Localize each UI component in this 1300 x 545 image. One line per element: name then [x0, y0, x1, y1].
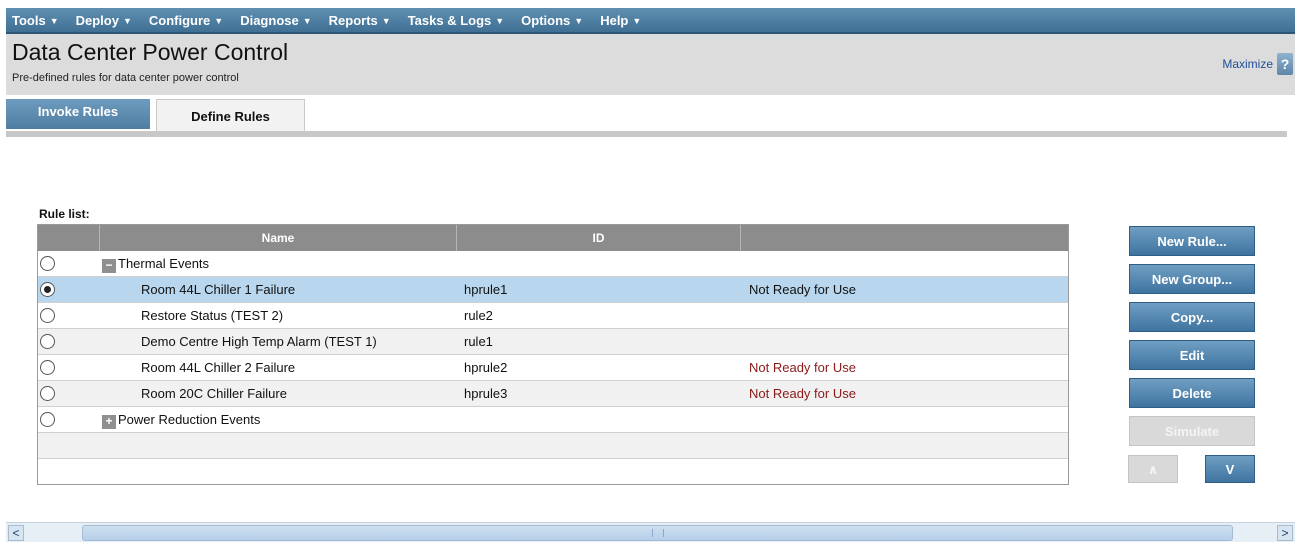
- menu-configure[interactable]: Configure ▼: [149, 13, 223, 28]
- tab-bar: Invoke Rules Define Rules: [6, 99, 1295, 132]
- table-row[interactable]: Restore Status (TEST 2) rule2: [38, 303, 1068, 329]
- group-name: Power Reduction Events: [118, 412, 261, 427]
- menu-help[interactable]: Help ▼: [600, 13, 641, 28]
- group-radio[interactable]: [40, 412, 55, 427]
- table-row[interactable]: Room 20C Chiller Failure hprule3 Not Rea…: [38, 381, 1068, 407]
- rule-id: rule2: [464, 308, 493, 323]
- simulate-button[interactable]: Simulate: [1129, 416, 1255, 446]
- help-icon[interactable]: ?: [1277, 53, 1293, 75]
- delete-button[interactable]: Delete: [1129, 378, 1255, 408]
- rule-id: hprule1: [464, 282, 508, 297]
- scroll-right-icon[interactable]: >: [1277, 525, 1293, 541]
- menu-tools[interactable]: Tools ▼: [12, 13, 59, 28]
- empty-row: [38, 433, 1068, 459]
- page-header: Data Center Power Control Pre-defined ru…: [6, 34, 1295, 95]
- page-title: Data Center Power Control: [12, 39, 289, 65]
- table-row[interactable]: Room 44L Chiller 2 Failure hprule2 Not R…: [38, 355, 1068, 381]
- rule-name: Restore Status (TEST 2): [141, 308, 284, 323]
- horizontal-scrollbar[interactable]: < >: [6, 522, 1295, 542]
- new-group-button[interactable]: New Group...: [1129, 264, 1255, 294]
- table-row[interactable]: Demo Centre High Temp Alarm (TEST 1) rul…: [38, 329, 1068, 355]
- tab-invoke-rules[interactable]: Invoke Rules: [6, 99, 150, 129]
- menu-diagnose[interactable]: Diagnose ▼: [240, 13, 311, 28]
- group-cell: + Power Reduction Events: [102, 407, 260, 433]
- new-rule-button[interactable]: New Rule...: [1129, 226, 1255, 256]
- chevron-down-icon: ▼: [302, 15, 312, 26]
- column-header-select: [38, 225, 100, 251]
- column-header-name[interactable]: Name: [100, 225, 457, 251]
- expand-icon[interactable]: +: [102, 415, 116, 429]
- rule-status: Not Ready for Use: [749, 386, 856, 401]
- group-name: Thermal Events: [118, 256, 210, 271]
- maximize-link[interactable]: Maximize: [1222, 57, 1273, 71]
- table-header: Name ID: [38, 225, 1068, 251]
- rule-status: Not Ready for Use: [749, 282, 856, 297]
- move-down-button[interactable]: V: [1205, 455, 1255, 483]
- group-radio[interactable]: [40, 256, 55, 271]
- rule-list-label: Rule list:: [39, 207, 90, 221]
- chevron-down-icon: ▼: [49, 15, 59, 26]
- menu-reports[interactable]: Reports ▼: [329, 13, 391, 28]
- rule-radio[interactable]: [40, 386, 55, 401]
- rule-table: Name ID − Thermal Events Room 44L Chiller…: [37, 224, 1069, 485]
- menu-tasks-logs[interactable]: Tasks & Logs ▼: [408, 13, 504, 28]
- edit-button[interactable]: Edit: [1129, 340, 1255, 370]
- chevron-down-icon: ▼: [381, 15, 391, 26]
- rule-name: Room 44L Chiller 2 Failure: [141, 360, 296, 375]
- menu-options[interactable]: Options ▼: [521, 13, 583, 28]
- group-row-thermal-events[interactable]: − Thermal Events: [38, 251, 1068, 277]
- scroll-left-icon[interactable]: <: [8, 525, 24, 541]
- move-up-button[interactable]: ∧: [1128, 455, 1178, 483]
- rule-name: Demo Centre High Temp Alarm (TEST 1): [141, 334, 377, 349]
- chevron-down-icon: ▼: [632, 15, 642, 26]
- collapse-icon[interactable]: −: [102, 259, 116, 273]
- rule-name: Room 20C Chiller Failure: [141, 386, 287, 401]
- rule-name: Room 44L Chiller 1 Failure: [141, 282, 296, 297]
- column-header-id[interactable]: ID: [457, 225, 741, 251]
- top-menu-bar: Tools ▼ Deploy ▼ Configure ▼ Diagnose ▼ Repo…: [6, 8, 1295, 34]
- rule-radio[interactable]: [40, 308, 55, 323]
- rule-status: Not Ready for Use: [749, 360, 856, 375]
- page-subtitle: Pre-defined rules for data center power …: [12, 72, 239, 84]
- column-header-status: [741, 225, 1068, 251]
- chevron-down-icon: ▼: [122, 15, 132, 26]
- scroll-thumb[interactable]: [82, 525, 1233, 541]
- copy-button[interactable]: Copy...: [1129, 302, 1255, 332]
- chevron-down-icon: ▼: [214, 15, 224, 26]
- rule-radio[interactable]: [40, 334, 55, 349]
- rule-radio[interactable]: [40, 360, 55, 375]
- grip-icon: [651, 529, 664, 537]
- group-cell: − Thermal Events: [102, 251, 209, 277]
- chevron-down-icon: ▼: [574, 15, 584, 26]
- rule-radio[interactable]: [40, 282, 55, 297]
- chevron-down-icon: ▼: [495, 15, 505, 26]
- tab-divider: [6, 131, 1287, 137]
- group-row-power-reduction-events[interactable]: + Power Reduction Events: [38, 407, 1068, 433]
- rule-id: rule1: [464, 334, 493, 349]
- tab-define-rules[interactable]: Define Rules: [156, 99, 305, 132]
- rule-id: hprule3: [464, 386, 508, 401]
- table-row[interactable]: Room 44L Chiller 1 Failure hprule1 Not R…: [38, 277, 1068, 303]
- menu-deploy[interactable]: Deploy ▼: [76, 13, 132, 28]
- rule-id: hprule2: [464, 360, 508, 375]
